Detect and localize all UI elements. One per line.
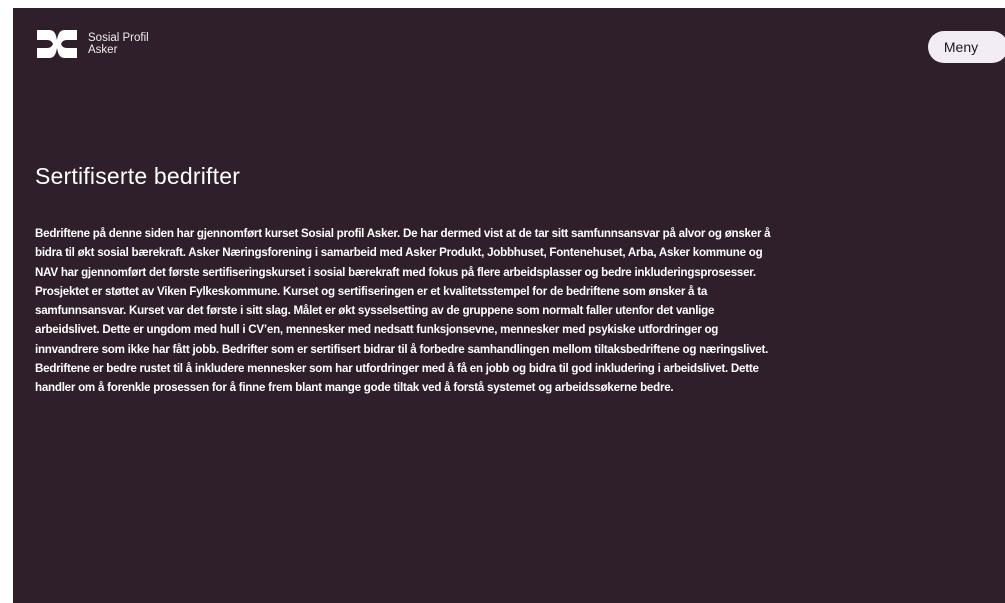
logo-title: Sosial Profil bbox=[88, 32, 149, 44]
menu-button[interactable]: Meny bbox=[928, 31, 1005, 63]
intro-paragraph: Bedriftene på denne siden har gjennomfør… bbox=[35, 227, 771, 395]
page-title: Sertifiserte bedrifter bbox=[35, 163, 241, 189]
logo-text: Sosial Profil Asker bbox=[88, 32, 149, 56]
page-background: Sosial Profil Asker Meny Sertifiserte be… bbox=[13, 8, 1005, 603]
sosial-profil-logo-icon bbox=[37, 30, 77, 58]
logo-subtitle: Asker bbox=[88, 44, 118, 56]
site-logo[interactable]: Sosial Profil Asker bbox=[36, 29, 149, 59]
